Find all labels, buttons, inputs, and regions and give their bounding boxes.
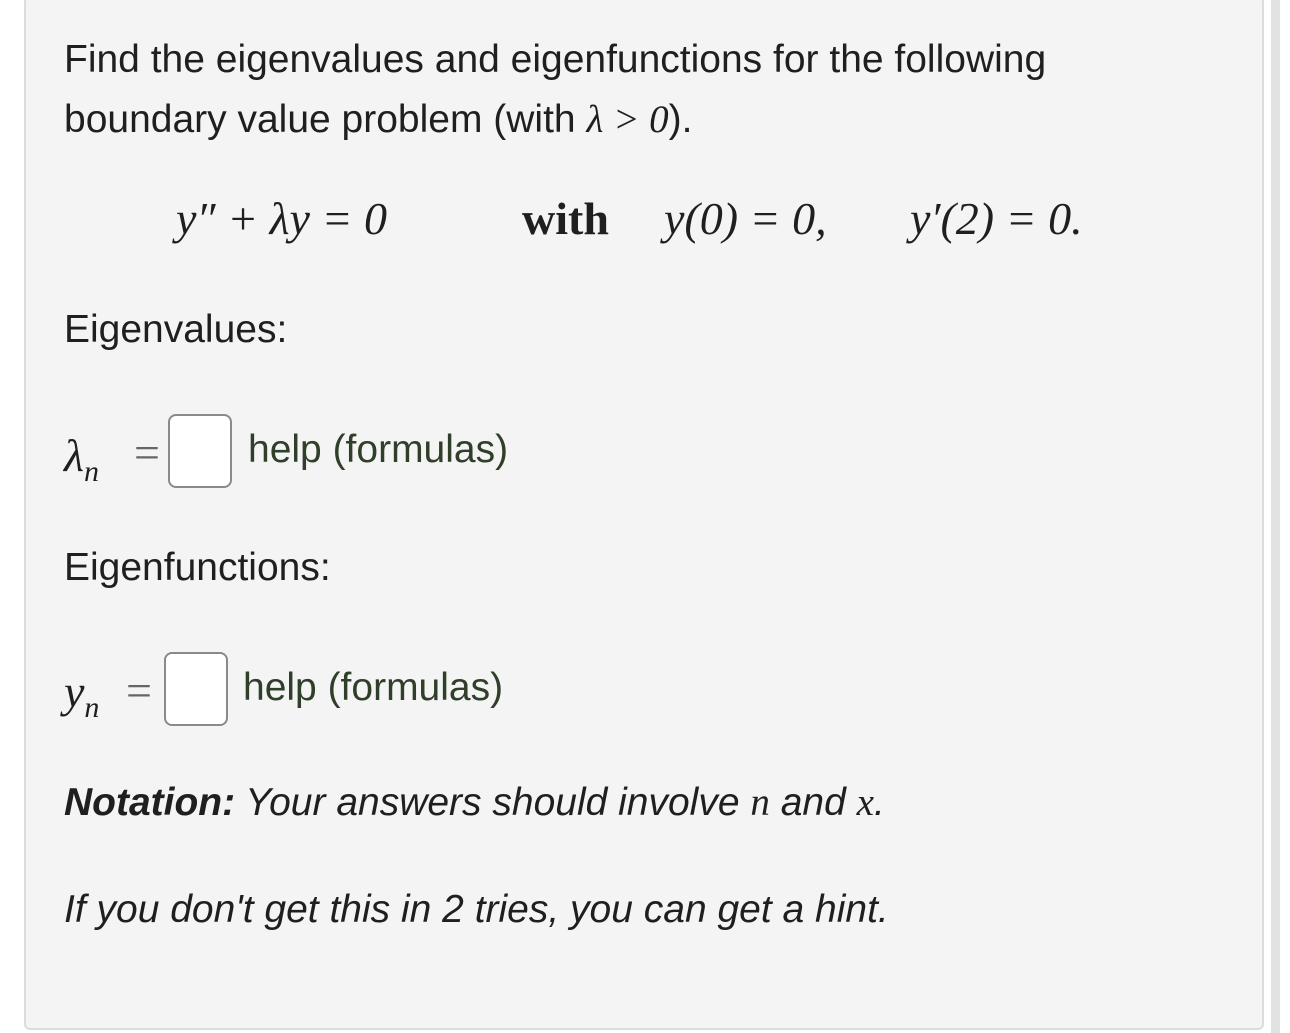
eigenfunction-answer-input[interactable] — [164, 652, 228, 726]
notation-period: . — [873, 781, 885, 824]
prompt-line-1: Find the eigenvalues and eigenfunctions … — [64, 38, 1047, 81]
scrollbar[interactable] — [1271, 0, 1280, 1033]
eigenfunctions-label: Eigenfunctions: — [64, 546, 331, 589]
notation-note: Notation: Your answers should involve n … — [64, 780, 885, 825]
prompt-line-2-text: boundary value problem (with — [64, 98, 587, 141]
eigenvalue-help-link[interactable]: help (formulas) — [248, 428, 508, 472]
with-word: with — [522, 193, 609, 244]
notation-text-mid: and — [769, 781, 857, 824]
eigenvalues-label: Eigenvalues: — [64, 308, 288, 351]
problem-statement: Find the eigenvalues and eigenfunctions … — [64, 30, 1046, 150]
eigenfunction-help-link[interactable]: help (formulas) — [243, 666, 503, 710]
boundary-condition-2: y′(2) = 0. — [910, 193, 1083, 244]
notation-var-n: n — [750, 781, 770, 824]
subscript-n: n — [84, 691, 100, 725]
boundary-condition-1: y(0) = 0, — [664, 193, 827, 244]
hint-message: If you don't get this in 2 tries, you ca… — [64, 888, 889, 931]
notation-var-x: x — [856, 781, 874, 824]
prompt-line-2: boundary value problem (with λ > 0). — [64, 90, 1046, 150]
equals-sign: = — [134, 427, 160, 478]
equals-sign: = — [126, 665, 152, 716]
lambda-n-symbol: λn — [64, 428, 99, 489]
prompt-line-2-close: ). — [668, 98, 693, 141]
differential-equation: y″ + λy = 0 — [176, 193, 387, 244]
subscript-n: n — [83, 455, 99, 489]
lambda-symbol: λ — [64, 430, 84, 481]
lambda-condition: λ > 0 — [586, 98, 669, 141]
eigenvalue-answer-input[interactable] — [168, 414, 232, 488]
y-symbol: y — [64, 666, 85, 717]
notation-text: Your answers should involve — [235, 781, 751, 824]
y-n-symbol: yn — [64, 664, 99, 725]
notation-label: Notation: — [64, 781, 236, 824]
question-card — [24, 0, 1264, 1030]
